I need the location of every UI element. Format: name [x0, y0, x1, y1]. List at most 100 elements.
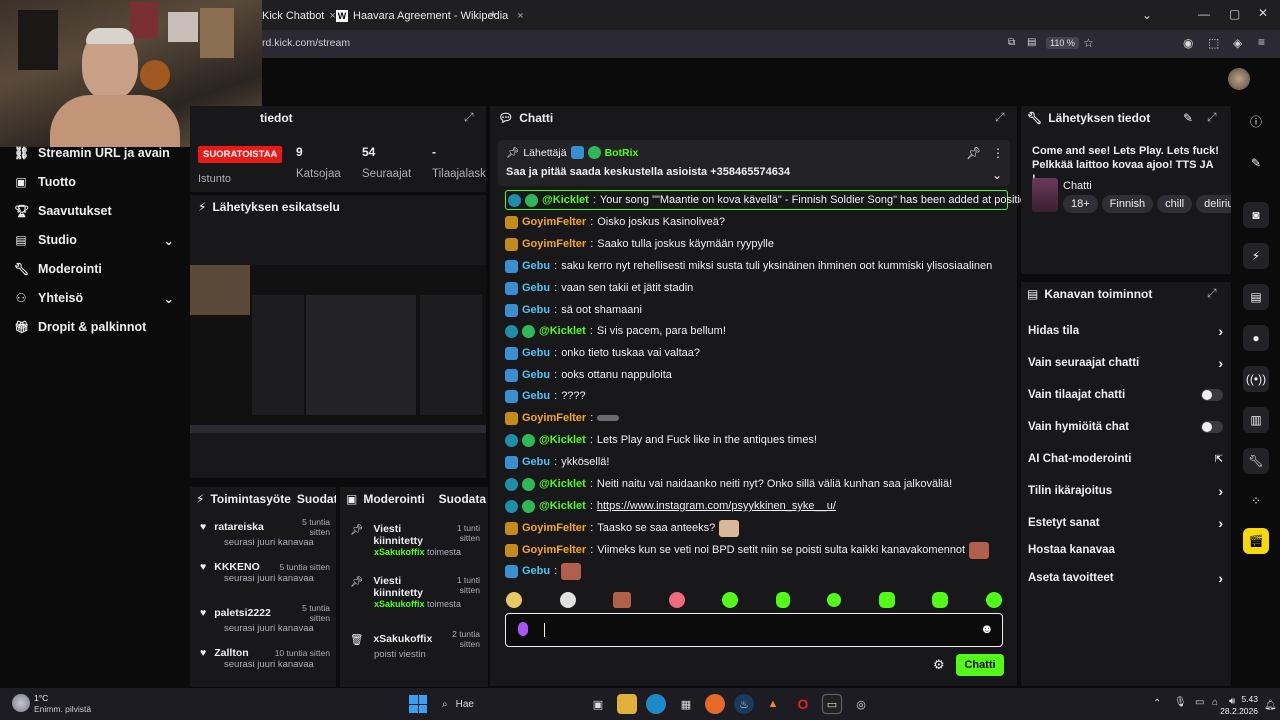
filter-button[interactable]: Suodata	[297, 492, 336, 506]
chat-message[interactable]: GoyimFelter:	[505, 408, 620, 428]
sidebar-item-achievements[interactable]: 🏆︎ Saavutukset	[14, 200, 112, 222]
sidebar-item-stream-url[interactable]: ⛓ Streamin URL ja avain	[14, 142, 170, 164]
chat-message[interactable]: @Kicklet: Neiti naitu vai naidaanko neit…	[505, 474, 952, 494]
task-view-icon[interactable]: ▣	[588, 694, 608, 714]
close-window-icon[interactable]: ✕	[1258, 6, 1268, 20]
chat-message[interactable]: GoyimFelter: Viimeks kun se veti noi BPD…	[505, 540, 990, 560]
chat-username[interactable]: GoyimFelter	[522, 238, 586, 250]
chat-message[interactable]: GoyimFelter: Saako tulla joskus käymään …	[505, 234, 774, 254]
set-goals-item[interactable]: Aseta tavoitteet ›	[1028, 568, 1223, 588]
host-channel-item[interactable]: Hostaa kanavaa	[1028, 540, 1223, 560]
ai-moderation-item[interactable]: AI Chat-moderointi ⇱	[1028, 449, 1223, 469]
new-tab-icon[interactable]: +	[486, 7, 500, 21]
followers-only-item[interactable]: Vain seuraajat chatti ›	[1028, 353, 1223, 373]
chat-message[interactable]: Gebu: sä oot shamaani	[505, 300, 642, 320]
tag-chip[interactable]: Finnish	[1101, 195, 1154, 213]
emoji-picker-icon[interactable]: ☻	[980, 621, 994, 636]
expand-icon[interactable]: ⤢	[1207, 110, 1217, 125]
clapperboard-icon[interactable]: 🎬︎	[1243, 528, 1269, 554]
chat-message[interactable]: @Kicklet: https://www.instagram.com/psyy…	[505, 496, 836, 516]
emote-button[interactable]	[506, 592, 522, 608]
opera-icon[interactable]: O	[793, 694, 813, 714]
chat-username[interactable]: @Kicklet	[539, 478, 586, 490]
store-icon[interactable]: ▦	[676, 694, 696, 714]
chat-input[interactable]: ☻	[505, 613, 1003, 647]
chat-link[interactable]: https://www.instagram.com/psyykkinen_syk…	[597, 500, 836, 512]
menu-icon[interactable]: ≡	[1258, 35, 1265, 49]
screenshot-icon[interactable]: ⧉	[1008, 37, 1015, 48]
chat-bubble-icon[interactable]: ●	[1243, 325, 1269, 351]
expand-icon[interactable]: ⤢	[1207, 286, 1217, 301]
more-options-icon[interactable]: ⋮	[992, 146, 1004, 160]
wrench-icon[interactable]: 🔧︎	[1243, 448, 1269, 474]
chat-username[interactable]: Gebu	[522, 282, 550, 294]
sidebar-item-revenue[interactable]: ▣ Tuotto	[14, 171, 76, 193]
chevron-down-icon[interactable]: ⌄	[1142, 8, 1152, 22]
reader-icon[interactable]: ▤	[1027, 37, 1036, 48]
chat-username[interactable]: Gebu	[522, 565, 550, 577]
chat-username[interactable]: Gebu	[522, 456, 550, 468]
file-explorer-icon[interactable]	[617, 694, 637, 714]
age-restriction-item[interactable]: Tilin ikärajoitus ›	[1028, 481, 1223, 501]
chat-username[interactable]: GoyimFelter	[522, 522, 586, 534]
maximize-icon[interactable]: ▢	[1229, 7, 1240, 21]
category-name[interactable]: Chatti	[1063, 180, 1092, 192]
tray-chevron-up-icon[interactable]: ⌃	[1153, 698, 1161, 709]
emote-button[interactable]	[668, 592, 685, 608]
microphone-tray-icon[interactable]: 🎙︎	[1174, 697, 1187, 708]
document-icon[interactable]: ▤	[1243, 284, 1269, 310]
chat-username[interactable]: @Kicklet	[539, 434, 586, 446]
sidebar-item-studio[interactable]: ▤ Studio ⌄	[14, 229, 174, 251]
account-icon[interactable]: ◉	[1183, 36, 1193, 50]
chat-message[interactable]: GoyimFelter: Oisko joskus Kasinoliveä?	[505, 212, 725, 232]
expand-icon[interactable]: ⤢	[995, 110, 1005, 125]
steam-icon[interactable]: ♨	[734, 694, 754, 714]
chat-message[interactable]: Gebu: ooks ottanu nappuloita	[505, 365, 672, 385]
chat-message[interactable]: Gebu:	[505, 561, 582, 581]
emote-button[interactable]	[878, 592, 895, 608]
camera-icon[interactable]: ◙	[1243, 202, 1269, 228]
weather-icon[interactable]	[12, 694, 30, 712]
obs-icon[interactable]: ◎	[851, 694, 871, 714]
pinned-message[interactable]: 📌︎ Lähettäjä BotRix 📌︎ ⋮ Saa ja pitää sa…	[498, 140, 1010, 186]
edit-pencil-icon[interactable]: ✎	[1183, 111, 1193, 125]
firefox-icon[interactable]	[705, 694, 725, 714]
clock-time[interactable]: 5.43	[1222, 694, 1258, 704]
tag-chip[interactable]: chill	[1157, 195, 1193, 213]
info-icon[interactable]: ⓘ	[1243, 108, 1269, 134]
layout-icon[interactable]: ▥	[1243, 407, 1269, 433]
chat-username[interactable]: Gebu	[522, 390, 550, 402]
chat-message[interactable]: Gebu: saku kerro nyt rehellisesti miksi …	[505, 256, 992, 276]
category-thumbnail[interactable]	[1032, 178, 1058, 212]
apps-icon[interactable]: ⁘	[1243, 488, 1269, 514]
close-icon[interactable]: ×	[329, 10, 335, 22]
tag-chip[interactable]: deliriu	[1196, 195, 1231, 213]
filter-button[interactable]: Suodata	[439, 492, 486, 506]
display-icon[interactable]: ▭	[1195, 697, 1204, 708]
chat-username[interactable]: GoyimFelter	[522, 216, 586, 228]
chat-username[interactable]: GoyimFelter	[522, 544, 586, 556]
chat-message[interactable]: Gebu: ykkösellä!	[505, 452, 609, 472]
chat-username[interactable]: GoyimFelter	[522, 412, 586, 424]
sidebar-item-drops[interactable]: 🎁︎ Dropit & palkinnot	[14, 316, 146, 338]
chat-message[interactable]: Gebu: ????	[505, 386, 586, 406]
windows-start-icon[interactable]	[409, 695, 427, 713]
edge-icon[interactable]	[646, 694, 666, 714]
edit-pencil-icon[interactable]: ✎	[1243, 150, 1269, 176]
send-chat-button[interactable]: Chatti	[956, 654, 1004, 676]
extensions-icon[interactable]: ⬚	[1208, 36, 1219, 50]
bookmark-star-icon[interactable]: ☆	[1083, 36, 1094, 50]
broadcast-icon[interactable]: ((•))	[1243, 366, 1269, 392]
close-icon[interactable]: ×	[517, 10, 523, 22]
chat-message[interactable]: Gebu: onko tieto tuskaa vai valtaa?	[505, 343, 700, 363]
chat-message[interactable]: @Kicklet: Si vis pacem, para bellum!	[505, 321, 726, 341]
emote-only-toggle[interactable]	[1201, 421, 1223, 433]
clock-date[interactable]: 28.2.2026	[1214, 706, 1258, 716]
emote-button[interactable]	[559, 592, 576, 608]
emote-button[interactable]	[775, 592, 790, 608]
expand-icon[interactable]: ⤢	[464, 110, 474, 125]
sidebar-item-community[interactable]: ⚇ Yhteisö ⌄	[14, 287, 174, 309]
chat-message[interactable]: @Kicklet: Lets Play and Fuck like in the…	[505, 430, 817, 450]
emote-button[interactable]	[722, 592, 739, 608]
terminal-icon[interactable]: ▭	[822, 694, 842, 714]
